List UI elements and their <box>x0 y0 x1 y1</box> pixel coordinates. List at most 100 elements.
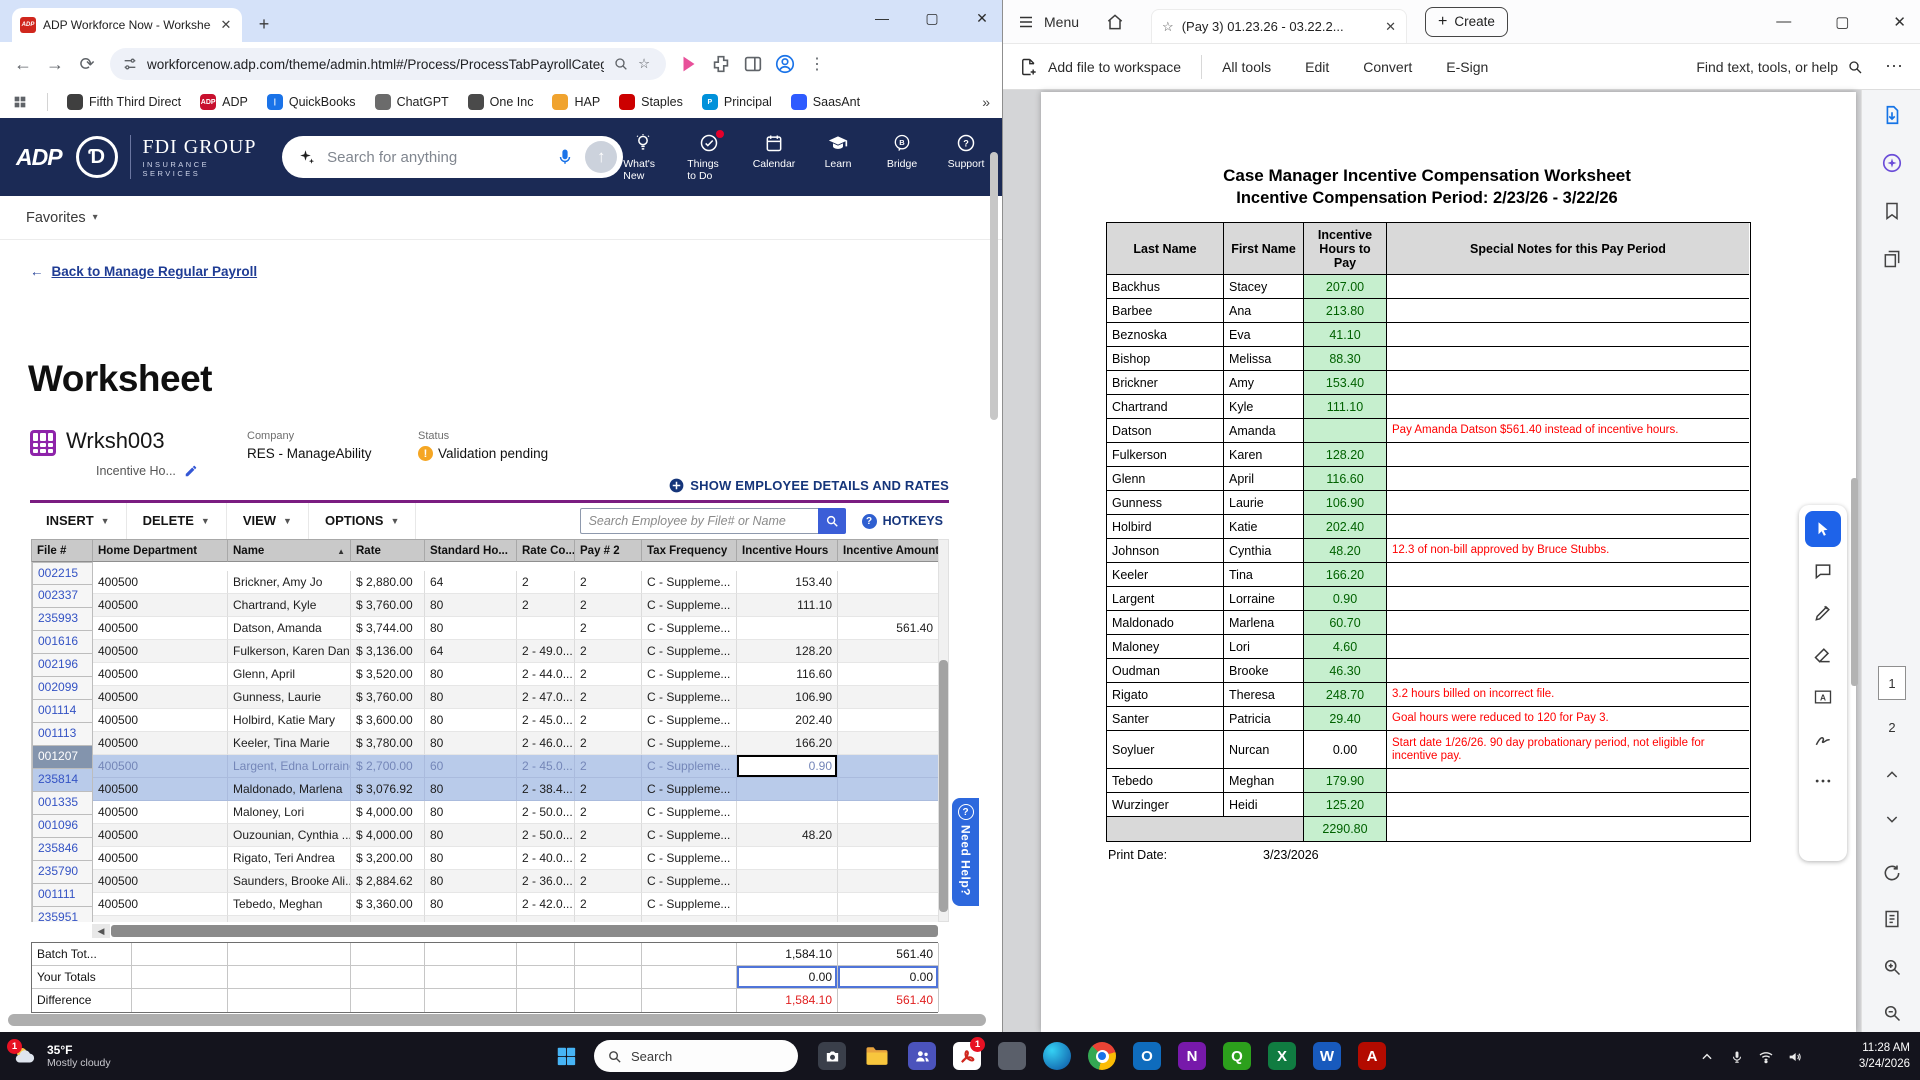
cell-rate-code[interactable]: 2 <box>517 571 575 594</box>
extension-pink-icon[interactable] <box>678 53 700 75</box>
search-submit-button[interactable]: ↑ <box>585 141 618 173</box>
cell-rate-code[interactable]: 2 - 46.0... <box>517 732 575 755</box>
totals-cell[interactable]: 0.00 <box>737 966 838 989</box>
bookmark-star-icon[interactable]: ☆ <box>638 56 654 72</box>
cell-rate-code[interactable]: 2 - 50.0... <box>517 824 575 847</box>
nav-item-learn[interactable]: Learn <box>818 133 858 182</box>
cell-tax-frequency[interactable]: C - Suppleme... <box>642 617 737 640</box>
browser-close-button[interactable]: ✕ <box>972 10 992 27</box>
nav-item-bridge[interactable]: B Bridge <box>882 133 922 182</box>
need-help-tab[interactable]: ? Need Help? <box>952 798 979 906</box>
actual-size-icon[interactable] <box>1879 906 1905 932</box>
cell-standard-hours[interactable]: 80 <box>425 663 517 686</box>
tray-wifi-icon[interactable] <box>1757 1048 1775 1066</box>
cell-rate-code[interactable]: 2 - 47.0... <box>517 686 575 709</box>
cell-incentive-amount[interactable] <box>838 778 938 801</box>
table-row[interactable]: 400500 Holbird, Katie Mary $ 3,600.00 80 2 -… <box>93 709 938 732</box>
star-icon[interactable]: ☆ <box>1162 19 1174 35</box>
cell-pay-2[interactable]: 2 <box>575 801 642 824</box>
cell-incentive-hours[interactable] <box>737 916 838 922</box>
table-row[interactable]: 400500 Datson, Amanda $ 3,744.00 80 2 C - Sup… <box>93 617 938 640</box>
cell-name[interactable]: Keeler, Tina Marie <box>228 732 351 755</box>
cell-rate[interactable]: $ 3,360.00 <box>351 893 425 916</box>
table-row[interactable]: 400500 Glenn, April $ 3,520.00 80 2 - 44.0..… <box>93 663 938 686</box>
cell-pay-2[interactable]: 2 <box>575 709 642 732</box>
file-number-link[interactable]: 001111 <box>32 884 93 907</box>
cell-rate-code[interactable]: 2 - 36.0... <box>517 870 575 893</box>
cell-tax-frequency[interactable]: C - Suppleme... <box>642 571 737 594</box>
cell-pay-2[interactable]: 2 <box>575 755 642 778</box>
cell-dept[interactable]: 400500 <box>93 755 228 778</box>
back-to-payroll-link[interactable]: ← Back to Manage Regular Payroll <box>30 264 257 279</box>
word-icon[interactable]: W <box>1307 1036 1347 1076</box>
cell-rate-code[interactable] <box>517 617 575 640</box>
cell-tax-frequency[interactable]: C - Suppleme... <box>642 686 737 709</box>
table-row[interactable]: 400500 Keeler, Tina Marie $ 3,780.00 80 2 - … <box>93 732 938 755</box>
cell-rate-code[interactable]: 2 - 38.4... <box>517 778 575 801</box>
nav-item-things-to-do[interactable]: Things to Do <box>687 129 730 182</box>
cell-name[interactable]: Tebedo, Meghan <box>228 893 351 916</box>
e-sign-menu[interactable]: E-Sign <box>1446 59 1488 75</box>
file-number-link[interactable]: 001096 <box>32 815 93 838</box>
edit-menu[interactable]: Edit <box>1305 59 1329 75</box>
cell-dept[interactable]: 400500 <box>93 594 228 617</box>
zoom-in-icon[interactable] <box>1879 954 1905 980</box>
browser-minimize-button[interactable]: — <box>872 10 892 26</box>
cell-rate[interactable]: $ 3,200.00 <box>351 847 425 870</box>
column-header-tax-frequency[interactable]: Tax Frequency <box>642 539 737 562</box>
add-file-to-workspace-button[interactable]: Add file to workspace <box>1019 57 1181 77</box>
file-number-link[interactable]: 001616 <box>32 631 93 654</box>
page-vertical-scrollbar[interactable] <box>990 152 998 420</box>
collapse-up-icon[interactable] <box>1879 762 1905 788</box>
cell-tax-frequency[interactable]: C - Supple... <box>642 916 737 922</box>
cell-incentive-amount[interactable] <box>838 594 938 617</box>
quickbooks-icon[interactable]: Q <box>1217 1036 1257 1076</box>
hotkeys-button[interactable]: ? HOTKEYS <box>861 513 943 529</box>
cell-tax-frequency[interactable]: C - Suppleme... <box>642 870 737 893</box>
cell-rate[interactable]: $ 3,076.92 <box>351 778 425 801</box>
totals-cell[interactable]: 561.40 <box>838 989 939 1012</box>
cell-incentive-hours[interactable]: 166.20 <box>737 732 838 755</box>
onenote-icon[interactable]: N <box>1172 1036 1212 1076</box>
cell-incentive-hours[interactable] <box>737 893 838 916</box>
cell-pay-2[interactable]: 2 <box>575 824 642 847</box>
cell-tax-frequency[interactable]: C - Suppleme... <box>642 594 737 617</box>
bookmark-item[interactable]: ADP ADP <box>200 94 248 110</box>
cell-rate[interactable]: $ 4,000.00 <box>351 801 425 824</box>
cell-pay-2[interactable]: 2 <box>575 640 642 663</box>
totals-cell[interactable]: 561.40 <box>838 943 939 966</box>
file-number-link[interactable]: 002337 <box>32 585 93 608</box>
profile-avatar-icon[interactable] <box>774 53 796 75</box>
cell-rate[interactable]: $ 2,884.62 <box>351 870 425 893</box>
cell-rate[interactable]: $ 3,136.00 <box>351 640 425 663</box>
cell-name[interactable]: Rigato, Teri Andrea <box>228 847 351 870</box>
cell-rate[interactable]: $ 2,880.00 <box>351 571 425 594</box>
cell-tax-frequency[interactable]: C - Suppleme... <box>642 663 737 686</box>
options-button[interactable]: OPTIONS ▼ <box>309 503 417 539</box>
forward-icon[interactable]: → <box>40 49 70 79</box>
cell-pay-2[interactable]: 2 <box>575 916 642 922</box>
bookmark-item[interactable]: Staples <box>619 94 683 110</box>
acrobat-icon-badged[interactable]: 1 <box>947 1036 987 1076</box>
file-number-link[interactable]: 235790 <box>32 861 93 884</box>
cell-tax-frequency[interactable]: C - Suppleme... <box>642 732 737 755</box>
cell-incentive-amount[interactable] <box>838 709 938 732</box>
bookmarks-overflow-chevron[interactable]: » <box>982 94 990 110</box>
file-number-link[interactable]: 001335 <box>32 792 93 815</box>
file-number-link[interactable]: 001113 <box>32 723 93 746</box>
cell-dept[interactable]: 400500 <box>93 893 228 916</box>
cell-dept[interactable]: 400500 <box>93 709 228 732</box>
cell-incentive-amount[interactable] <box>838 571 938 594</box>
cell-dept[interactable]: 400500 <box>93 916 228 922</box>
cell-incentive-amount[interactable] <box>838 686 938 709</box>
cell-pay-2[interactable]: 2 <box>575 594 642 617</box>
cell-standard-hours[interactable]: 60 <box>425 755 517 778</box>
bookmark-item[interactable]: | QuickBooks <box>266 94 356 110</box>
cell-pay-2[interactable]: 2 <box>575 571 642 594</box>
cell-dept[interactable]: 400500 <box>93 870 228 893</box>
cell-tax-frequency[interactable]: C - Suppleme... <box>642 824 737 847</box>
table-row[interactable]: 400500 Maloney, Lori $ 4,000.00 80 2 - 50.0.… <box>93 801 938 824</box>
employee-search-button[interactable] <box>817 508 846 534</box>
cell-incentive-hours[interactable]: 111.10 <box>737 594 838 617</box>
cell-name[interactable]: Wurzinger, Heidi ... <box>228 916 351 922</box>
